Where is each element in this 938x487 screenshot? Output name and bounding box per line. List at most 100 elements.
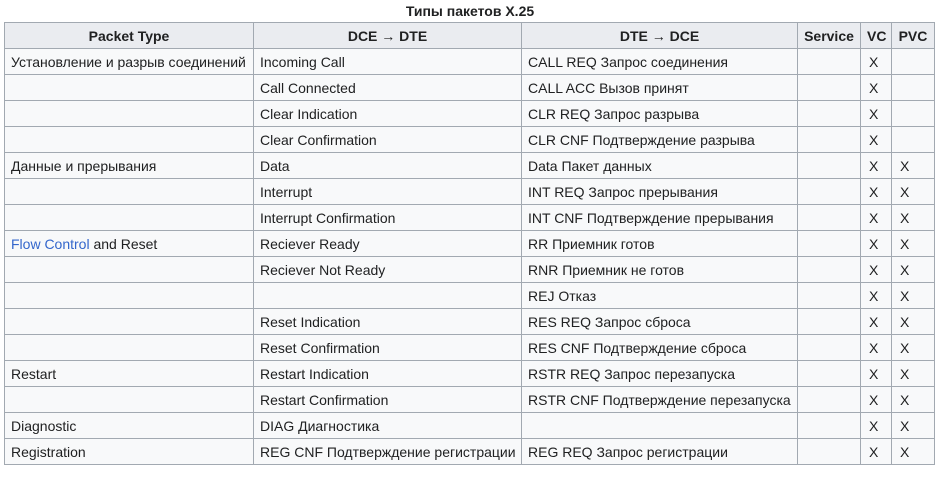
cell-pvc: X [891,230,935,257]
header-packet-type: Packet Type [4,22,254,49]
cell-service [797,334,861,361]
cell-dte-dce: CLR CNF Подтверждение разрыва [521,126,798,153]
table-row: Reciever Not Ready RNR Приемник не готов X… [4,256,935,283]
cell-pvc: X [891,412,935,439]
cell-vc: X [860,74,892,101]
table-row: Interrupt INT REQ Запрос прерывания X X [4,178,935,205]
cell-packet-type: Установление и разрыв соединений [4,48,254,75]
cell-vc: X [860,308,892,335]
cell-dce-dte: Reciever Not Ready [253,256,522,283]
cell-packet-type: Flow Control and Reset [4,230,254,257]
table-row: Diagnostic DIAG Диагностика X X [4,412,935,439]
cell-vc: X [860,360,892,387]
cell-service [797,438,861,465]
cell-dte-dce [521,412,798,439]
table-row: Interrupt Confirmation INT CNF Подтвержде… [4,204,935,231]
cell-service [797,152,861,179]
cell-dte-dce: RSTR REQ Запрос перезапуска [521,360,798,387]
cell-pvc [891,100,935,127]
cell-service [797,126,861,153]
cell-packet-type: Данные и прерывания [4,152,254,179]
header-service: Service [797,22,861,49]
table-row: Restart Restart Indication RSTR REQ Запрос… [4,360,935,387]
cell-dce-dte: Clear Confirmation [253,126,522,153]
table-row: Reset Indication RES REQ Запрос сброса X X [4,308,935,335]
cell-vc: X [860,230,892,257]
cell-service [797,360,861,387]
cell-vc: X [860,386,892,413]
cell-dce-dte: Clear Indication [253,100,522,127]
cell-service [797,308,861,335]
cell-dce-dte: Reciever Ready [253,230,522,257]
cell-packet-type [4,334,254,361]
cell-dte-dce: RES REQ Запрос сброса [521,308,798,335]
cell-packet-type [4,204,254,231]
cell-packet-type [4,282,254,309]
cell-packet-type: Restart [4,360,254,387]
table-header-row: Packet Type DCE → DTE DTE → DCE Service … [4,22,935,49]
flow-control-link[interactable]: Flow Control [11,236,90,252]
cell-pvc: X [891,282,935,309]
cell-pvc [891,48,935,75]
table-row: Reset Confirmation RES CNF Подтверждение … [4,334,935,361]
header-vc: VC [860,22,892,49]
cell-dte-dce: REG REQ Запрос регистрации [521,438,798,465]
cell-service [797,412,861,439]
cell-pvc: X [891,438,935,465]
cell-dce-dte: Interrupt [253,178,522,205]
header-dce-dte: DCE → DTE [253,22,522,49]
cell-dte-dce: INT CNF Подтверждение прерывания [521,204,798,231]
cell-dce-dte: Reset Confirmation [253,334,522,361]
cell-dte-dce: CLR REQ Запрос разрыва [521,100,798,127]
cell-packet-type [4,308,254,335]
cell-pvc [891,74,935,101]
table-row: Данные и прерывания Data Data Пакет данных… [4,152,935,179]
cell-vc: X [860,126,892,153]
cell-vc: X [860,412,892,439]
table-body: Установление и разрыв соединений Incoming… [4,48,935,465]
cell-dce-dte: REG CNF Подтверждение регистрации [253,438,522,465]
cell-dte-dce: RSTR CNF Подтверждение перезапуска [521,386,798,413]
cell-dte-dce: CALL REQ Запрос соединения [521,48,798,75]
header-dte-dce: DTE → DCE [521,22,798,49]
table-row: Call Connected CALL ACC Вызов принят X [4,74,935,101]
cell-service [797,100,861,127]
cell-service [797,256,861,283]
packet-types-table: Packet Type DCE → DTE DTE → DCE Service … [4,22,935,465]
cell-pvc: X [891,256,935,283]
table-row: Registration REG CNF Подтверждение регист… [4,438,935,465]
cell-packet-type: Diagnostic [4,412,254,439]
table-row: REJ Отказ X X [4,282,935,309]
cell-vc: X [860,438,892,465]
cell-vc: X [860,178,892,205]
cell-dce-dte: Restart Confirmation [253,386,522,413]
cell-dte-dce: RES CNF Подтверждение сброса [521,334,798,361]
cell-packet-type [4,100,254,127]
cell-service [797,282,861,309]
cell-vc: X [860,282,892,309]
cell-packet-type [4,178,254,205]
cell-dce-dte: Restart Indication [253,360,522,387]
table-caption: Типы пакетов X.25 [405,3,535,19]
cell-pvc: X [891,204,935,231]
cell-service [797,74,861,101]
cell-vc: X [860,334,892,361]
cell-dce-dte: Incoming Call [253,48,522,75]
cell-dce-dte: Call Connected [253,74,522,101]
cell-service [797,386,861,413]
cell-service [797,204,861,231]
cell-pvc: X [891,386,935,413]
cell-dte-dce: REJ Отказ [521,282,798,309]
cell-pvc: X [891,178,935,205]
cell-dte-dce: Data Пакет данных [521,152,798,179]
cell-vc: X [860,256,892,283]
packet-type-suffix: and Reset [89,235,158,252]
header-pvc: PVC [891,22,935,49]
cell-vc: X [860,48,892,75]
cell-dce-dte: Data [253,152,522,179]
cell-service [797,48,861,75]
cell-vc: X [860,100,892,127]
cell-packet-type: Registration [4,438,254,465]
table-row: Flow Control and Reset Reciever Ready RR П… [4,230,935,257]
cell-dte-dce: RNR Приемник не готов [521,256,798,283]
